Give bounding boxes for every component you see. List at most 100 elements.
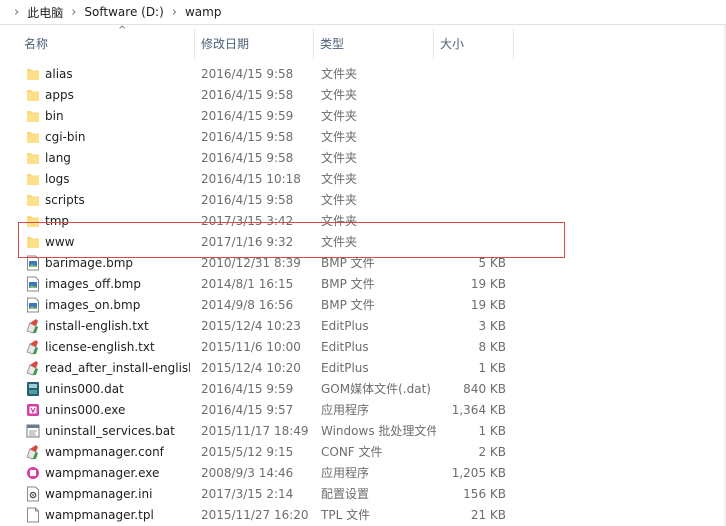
chevron-right-icon[interactable]: › <box>71 5 76 20</box>
file-size: 2 KB <box>478 445 506 459</box>
breadcrumb-this-pc[interactable]: 此电脑 <box>27 4 63 21</box>
file-type: CONF 文件 <box>321 445 383 459</box>
file-modified: 2015/11/17 18:49 <box>201 424 309 438</box>
breadcrumb-drive[interactable]: Software (D:) <box>84 5 163 19</box>
file-row[interactable]: apps 2016/4/15 9:58 文件夹 <box>18 85 514 106</box>
file-name: license-english.txt <box>45 340 155 354</box>
blank-file-icon <box>26 507 40 523</box>
file-type: 应用程序 <box>321 466 370 480</box>
file-type: EditPlus <box>321 319 369 333</box>
file-row[interactable]: install-english.txt 2015/12/4 10:23 EditPl… <box>18 316 514 337</box>
file-size: 8 KB <box>478 340 506 354</box>
file-row[interactable]: license-english.txt 2015/11/6 10:00 EditPl… <box>18 337 514 358</box>
file-name: scripts <box>45 193 85 207</box>
file-size: 1 KB <box>478 361 506 375</box>
file-type: 应用程序 <box>321 403 370 417</box>
file-name: uninstall_services.bat <box>45 424 175 438</box>
file-row[interactable]: uninstall_services.bat 2015/11/17 18:49 Wi… <box>18 421 514 442</box>
file-modified: 2016/4/15 9:58 <box>201 193 294 207</box>
file-size: 1,205 KB <box>451 466 506 480</box>
file-name: install-english.txt <box>45 319 149 333</box>
file-name: wampmanager.conf <box>45 445 164 459</box>
file-row[interactable]: cgi-bin 2016/4/15 9:58 文件夹 <box>18 127 514 148</box>
file-modified: 2016/4/15 9:58 <box>201 88 294 102</box>
bitmap-icon <box>26 297 40 313</box>
file-type: Windows 批处理文件 <box>321 424 436 438</box>
file-row[interactable]: scripts 2016/4/15 9:58 文件夹 <box>18 190 514 211</box>
file-modified: 2014/8/1 16:15 <box>201 277 294 291</box>
file-modified: 2017/3/15 2:14 <box>201 487 294 501</box>
file-row[interactable]: wampmanager.ini 2017/3/15 2:14 配置设置 156 KB <box>18 484 514 505</box>
file-size: 3 KB <box>478 319 506 333</box>
editplus-icon <box>26 360 40 376</box>
file-modified: 2015/5/12 9:15 <box>201 445 294 459</box>
file-size: 156 KB <box>463 487 506 501</box>
file-type: EditPlus <box>321 361 369 375</box>
file-name: images_off.bmp <box>45 277 141 291</box>
folder-icon <box>26 66 40 82</box>
file-row[interactable]: bin 2016/4/15 9:59 文件夹 <box>18 106 514 127</box>
file-modified: 2016/4/15 9:59 <box>201 382 294 396</box>
file-size: 19 KB <box>470 298 506 312</box>
file-name: images_on.bmp <box>45 298 141 312</box>
folder-icon <box>26 129 40 145</box>
file-type: 文件夹 <box>321 172 358 186</box>
file-row[interactable]: lang 2016/4/15 9:58 文件夹 <box>18 148 514 169</box>
file-modified: 2014/9/8 16:56 <box>201 298 294 312</box>
file-name: lang <box>45 151 71 165</box>
dat-file-icon <box>26 381 40 397</box>
file-name: logs <box>45 172 70 186</box>
file-type: EditPlus <box>321 340 369 354</box>
file-row[interactable]: wampmanager.exe 2008/9/3 14:46 应用程序 1,205 K… <box>18 463 514 484</box>
file-row[interactable]: unins000.exe 2016/4/15 9:57 应用程序 1,364 KB <box>18 400 514 421</box>
file-type: 文件夹 <box>321 109 358 123</box>
highlight-box <box>18 222 565 258</box>
column-header-modified[interactable]: 修改日期 <box>195 29 314 59</box>
wamp-app-icon <box>26 465 40 481</box>
file-size: 1,364 KB <box>451 403 506 417</box>
file-name: wampmanager.tpl <box>45 508 154 522</box>
folder-icon <box>26 108 40 124</box>
file-row[interactable]: alias 2016/4/15 9:58 文件夹 <box>18 64 514 85</box>
file-size: 19 KB <box>470 277 506 291</box>
file-row[interactable]: unins000.dat 2016/4/15 9:59 GOM媒体文件(.dat) 8… <box>18 379 514 400</box>
chevron-right-icon[interactable]: › <box>172 5 177 20</box>
file-modified: 2015/11/6 10:00 <box>201 340 301 354</box>
file-row[interactable]: read_after_install-english.txt 2015/12/4 … <box>18 358 514 379</box>
file-row[interactable]: wampmanager.conf 2015/5/12 9:15 CONF 文件 2 K… <box>18 442 514 463</box>
file-name: cgi-bin <box>45 130 86 144</box>
file-modified: 2016/4/15 9:57 <box>201 403 294 417</box>
file-size: 1 KB <box>478 424 506 438</box>
folder-icon <box>26 192 40 208</box>
file-name: apps <box>45 88 74 102</box>
file-row[interactable]: images_on.bmp 2014/9/8 16:56 BMP 文件 19 KB <box>18 295 514 316</box>
file-modified: 2016/4/15 9:58 <box>201 130 294 144</box>
settings-file-icon <box>26 486 40 502</box>
folder-icon <box>26 150 40 166</box>
file-row[interactable]: wampmanager.tpl 2015/11/27 16:20 TPL 文件 21 … <box>18 505 514 526</box>
installer-icon <box>26 402 40 418</box>
file-row[interactable]: images_off.bmp 2014/8/1 16:15 BMP 文件 19 KB <box>18 274 514 295</box>
column-header-size[interactable]: 大小 <box>434 29 514 59</box>
file-name: alias <box>45 67 73 81</box>
file-type: 文件夹 <box>321 88 358 102</box>
file-type: 文件夹 <box>321 67 358 81</box>
file-type: BMP 文件 <box>321 298 375 312</box>
breadcrumb-wamp[interactable]: wamp <box>185 5 221 19</box>
batch-file-icon <box>26 423 40 439</box>
editplus-icon <box>26 318 40 334</box>
file-modified: 2015/11/27 16:20 <box>201 508 309 522</box>
file-type: 文件夹 <box>321 193 358 207</box>
file-type: 配置设置 <box>321 487 370 501</box>
chevron-right-icon: › <box>14 4 20 20</box>
file-modified: 2016/4/15 9:58 <box>201 151 294 165</box>
file-type: BMP 文件 <box>321 277 375 291</box>
file-type: 文件夹 <box>321 151 358 165</box>
file-modified: 2008/9/3 14:46 <box>201 466 294 480</box>
column-header-type[interactable]: 类型 <box>314 29 434 59</box>
file-name: wampmanager.exe <box>45 466 160 480</box>
file-row[interactable]: logs 2016/4/15 10:18 文件夹 <box>18 169 514 190</box>
file-modified: 2015/12/4 10:23 <box>201 319 301 333</box>
column-header-name[interactable]: 名称 <box>18 29 195 59</box>
file-name: unins000.dat <box>45 382 124 396</box>
